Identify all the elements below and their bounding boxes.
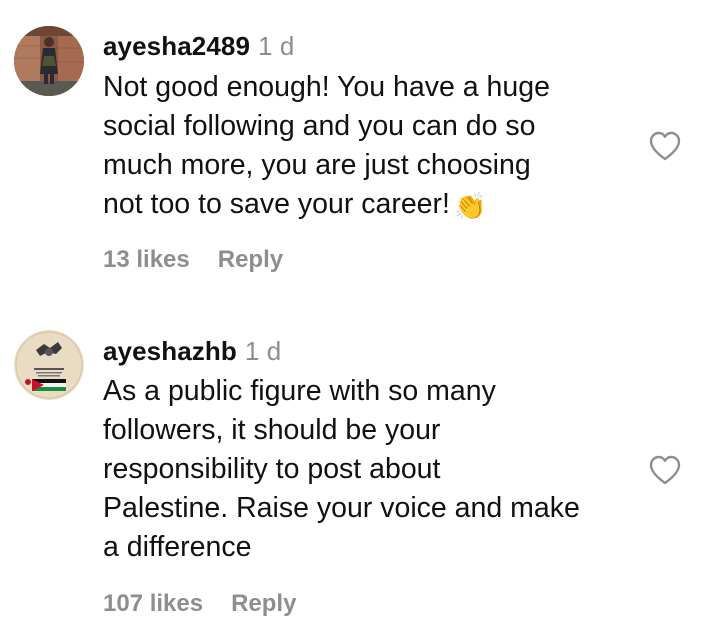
comment-header: ayeshazhb 1 d — [103, 336, 281, 367]
likes-count-link[interactable]: 107 likes — [103, 590, 203, 617]
comment-text-line: followers, it should be your — [103, 414, 441, 446]
comment-text-line: social following and you can do so — [103, 110, 536, 142]
comment-header: ayesha2489 1 d — [103, 31, 294, 62]
comment-text-line: Not good enough! You have a huge — [103, 71, 550, 103]
comment-actions: 13 likes Reply — [103, 246, 283, 274]
palestine-badge-avatar-icon — [14, 330, 84, 400]
reply-button[interactable]: Reply — [218, 246, 283, 273]
reply-button[interactable]: Reply — [231, 590, 296, 617]
username-link[interactable]: ayeshazhb — [103, 336, 237, 366]
comment-text-line-last: not too to save your career! 👏 — [103, 185, 486, 225]
comment-item: ayeshazhb 1 d As a public figure with so … — [0, 310, 702, 630]
user-avatar[interactable] — [14, 26, 84, 96]
clapping-hands-emoji: 👏 — [453, 191, 487, 221]
comment-text-line: much more, you are just choosing — [103, 149, 531, 181]
heart-outline-icon — [649, 455, 681, 485]
timestamp: 1 d — [244, 336, 282, 366]
like-button[interactable] — [648, 454, 682, 486]
username-link[interactable]: ayesha2489 — [103, 31, 250, 61]
comment-text-segment: not too to save your career! — [103, 188, 450, 220]
comment-item: ayesha2489 1 d Not good enough! You have … — [0, 0, 702, 310]
timestamp: 1 d — [258, 31, 295, 61]
comment-actions: 107 likes Reply — [103, 590, 296, 618]
comment-text-line: Palestine. Raise your voice and make — [103, 492, 580, 524]
comment-text-line: a difference — [103, 531, 252, 563]
likes-count-link[interactable]: 13 likes — [103, 246, 190, 273]
user-avatar[interactable] — [14, 330, 84, 400]
comment-text-line: As a public figure with so many — [103, 375, 496, 407]
comment-text-line: responsibility to post about — [103, 453, 441, 485]
like-button[interactable] — [648, 130, 682, 162]
heart-outline-icon — [649, 131, 681, 161]
user-photo-avatar-icon — [14, 26, 84, 96]
